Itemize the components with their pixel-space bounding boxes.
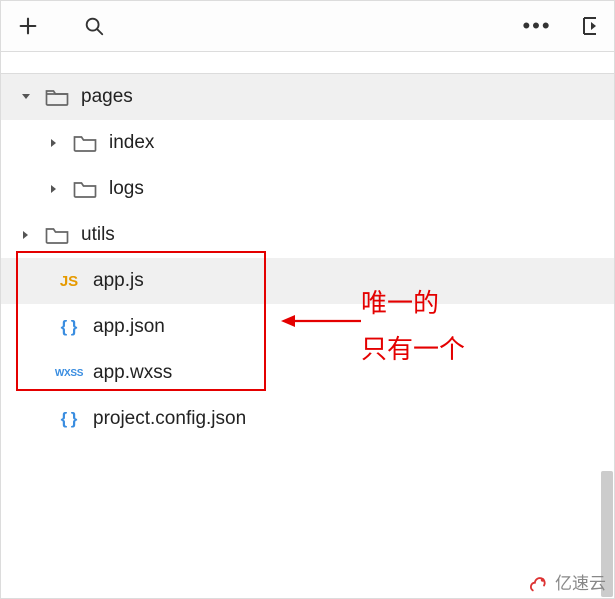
watermark-text: 亿速云	[555, 569, 606, 594]
tree-item-label: project.config.json	[93, 408, 246, 430]
wxss-file-icon: WXSS	[55, 368, 83, 379]
tree-file-project-config-json[interactable]: { } project.config.json	[1, 396, 614, 442]
chevron-down-icon[interactable]	[19, 91, 33, 103]
json-file-icon: { }	[55, 317, 83, 337]
folder-open-icon	[43, 87, 71, 107]
tree-item-label: app.json	[93, 316, 165, 338]
toolbar: •••	[0, 0, 615, 52]
watermark-logo-icon	[523, 571, 551, 593]
tree-folder-logs[interactable]: logs	[1, 166, 614, 212]
search-icon[interactable]	[81, 13, 107, 39]
tree-item-label: index	[109, 132, 154, 154]
tree-folder-index[interactable]: index	[1, 120, 614, 166]
tree-item-label: app.js	[93, 270, 144, 292]
chevron-right-icon[interactable]	[19, 229, 33, 241]
tree-item-label: pages	[81, 86, 133, 108]
blank-bar	[0, 52, 615, 74]
more-icon[interactable]: •••	[524, 13, 550, 39]
add-icon[interactable]	[15, 13, 41, 39]
collapse-panel-icon[interactable]	[576, 13, 602, 39]
folder-icon	[71, 133, 99, 153]
tree-file-app-js[interactable]: JS app.js	[1, 258, 614, 304]
chevron-right-icon[interactable]	[47, 183, 61, 195]
json-file-icon: { }	[55, 409, 83, 429]
tree-item-label: utils	[81, 224, 115, 246]
folder-icon	[71, 179, 99, 199]
tree-file-app-wxss[interactable]: WXSS app.wxss	[1, 350, 614, 396]
js-file-icon: JS	[55, 273, 83, 290]
tree-item-label: app.wxss	[93, 362, 172, 384]
watermark: 亿速云	[523, 569, 606, 594]
folder-icon	[43, 225, 71, 245]
tree-folder-utils[interactable]: utils	[1, 212, 614, 258]
file-tree: pages index logs utils JS app.js	[0, 74, 615, 599]
tree-file-app-json[interactable]: { } app.json	[1, 304, 614, 350]
tree-item-label: logs	[109, 178, 144, 200]
tree-folder-pages[interactable]: pages	[1, 74, 614, 120]
chevron-right-icon[interactable]	[47, 137, 61, 149]
